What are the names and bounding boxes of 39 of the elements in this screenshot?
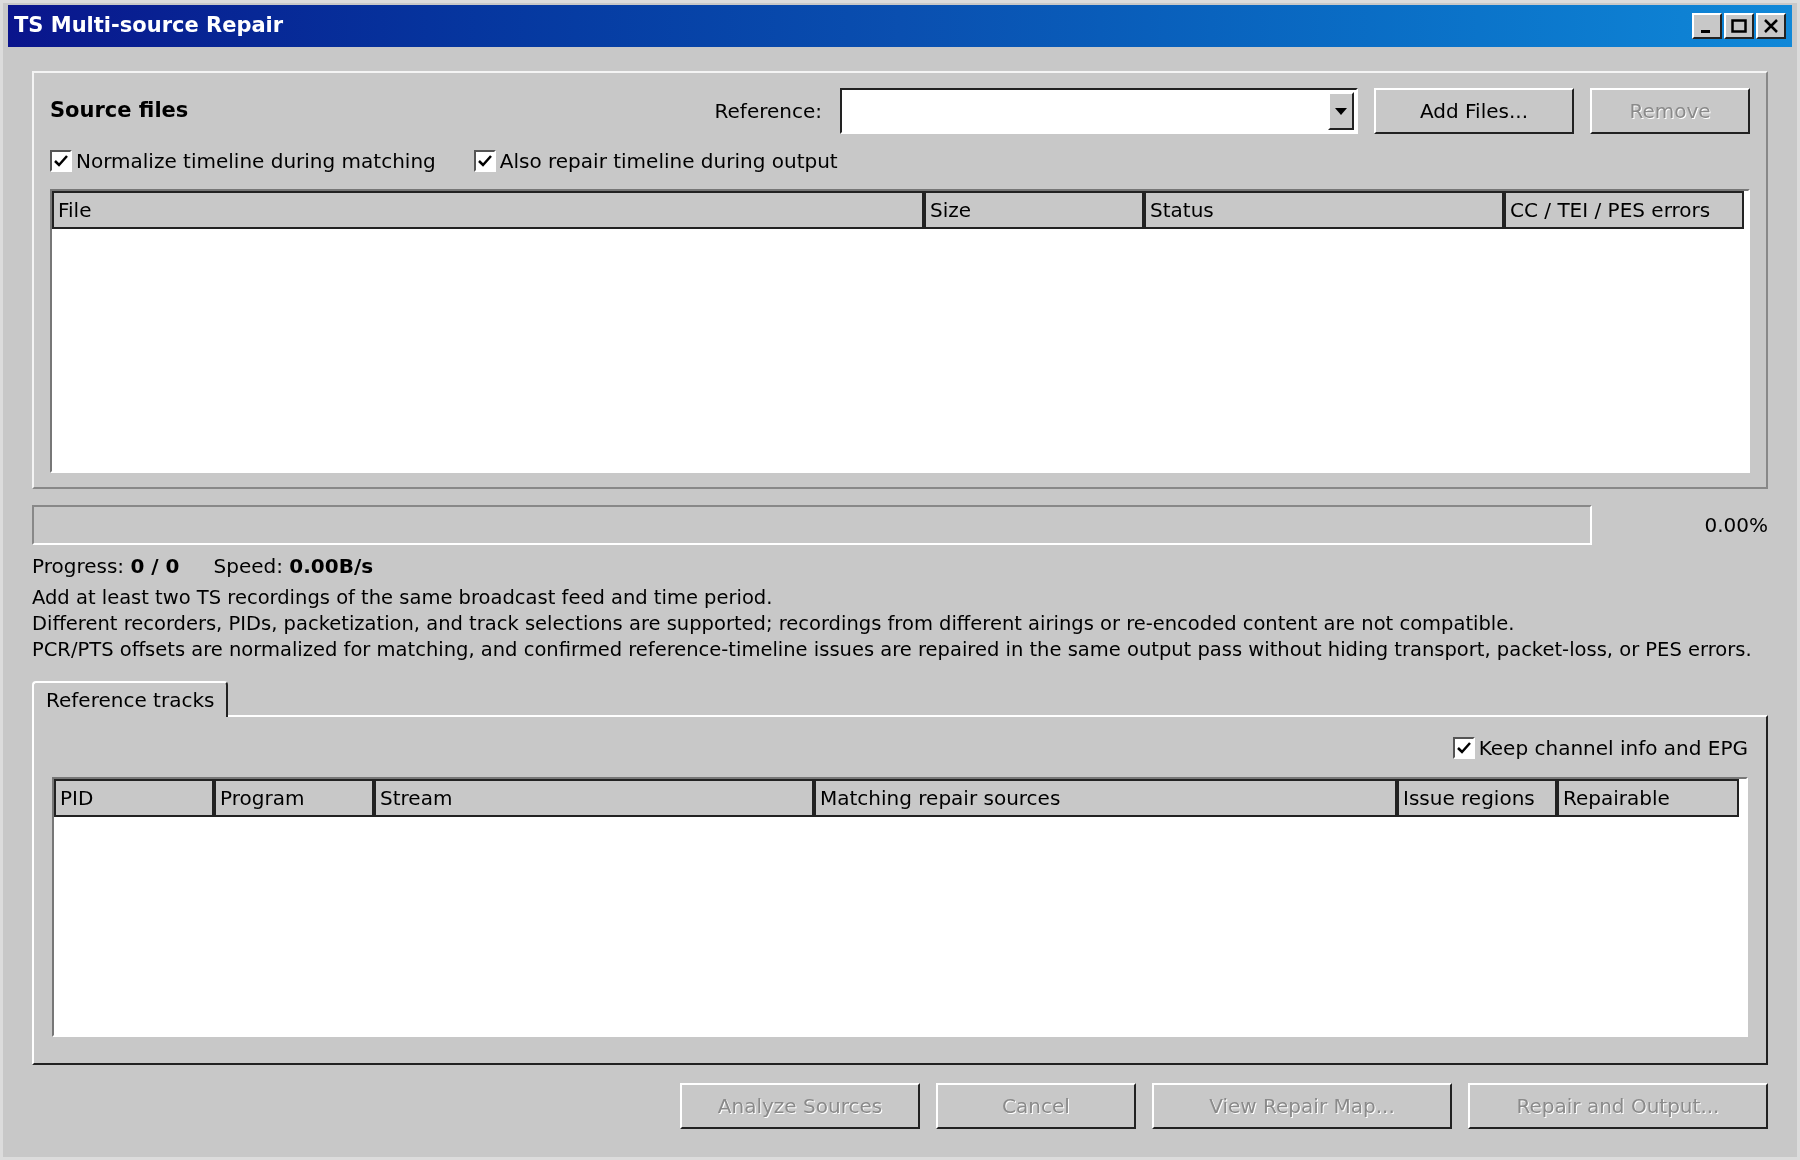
button[interactable]: Add Files... — [1374, 88, 1574, 134]
minimize-button[interactable] — [1692, 13, 1722, 39]
window-title: TS Multi-source Repair — [14, 12, 284, 40]
maximize-button[interactable] — [1724, 13, 1754, 39]
reference-label: Reference: — [714, 98, 822, 125]
tab[interactable]: Reference tracks — [32, 681, 229, 717]
column-header[interactable]: Status — [1144, 191, 1504, 229]
maximize-icon — [1731, 19, 1747, 33]
column-header[interactable]: Repairable — [1557, 779, 1739, 817]
close-icon — [1763, 19, 1779, 33]
caret-icon — [1335, 107, 1347, 115]
checkbox[interactable] — [50, 150, 72, 172]
checkmark-icon — [1456, 742, 1471, 754]
speed-text: Speed: 0.00B/s — [213, 553, 374, 580]
checkbox[interactable] — [1452, 737, 1475, 759]
checkbox-label: Also repair timeline during output — [499, 148, 838, 175]
progress-percent: 0.00% — [1704, 512, 1768, 539]
column-header[interactable]: Stream — [374, 779, 814, 817]
checkbox-label: Keep channel info and EPG — [1478, 735, 1748, 762]
column-header[interactable]: CC / TEI / PES errors — [1504, 191, 1744, 229]
dropdown-button[interactable] — [1328, 92, 1354, 130]
reference-dropdown[interactable] — [840, 88, 1358, 134]
column-header[interactable]: PID — [54, 779, 214, 817]
group-title: Source files — [50, 97, 189, 125]
column-header[interactable]: File — [52, 191, 924, 229]
info-text: Different recorders, PIDs, packetization, and track selections are supported; recordings from different airings or re-encoded content are not compatible. — [32, 611, 1516, 637]
progress-text: Progress: 0 / 0 — [32, 553, 180, 580]
info-text: Add at least two TS recordings of the same broadcast feed and time period. — [32, 585, 774, 611]
column-header[interactable]: Issue regions — [1397, 779, 1557, 817]
checkbox-label: Normalize timeline during matching — [76, 148, 436, 175]
minimize-icon — [1700, 29, 1710, 33]
column-header[interactable]: Program — [214, 779, 374, 817]
column-header[interactable]: Matching repair sources — [814, 779, 1397, 817]
checkmark-icon — [54, 155, 68, 167]
column-header[interactable]: Size — [924, 191, 1144, 229]
info-text: PCR/PTS offsets are normalized for matching, and confirmed reference-timeline issues are repaired in the same output pass without hiding transport, packet-loss, or PES errors. — [32, 637, 1753, 663]
checkmark-icon — [477, 155, 492, 167]
checkbox[interactable] — [473, 150, 496, 172]
close-button[interactable] — [1756, 13, 1786, 39]
